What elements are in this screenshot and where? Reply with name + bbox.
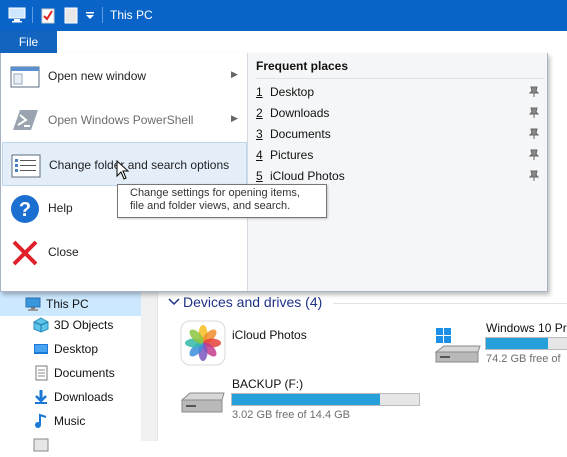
frequent-place-number: 4 (256, 148, 263, 162)
drive-usage-bar (231, 393, 420, 406)
properties-icon[interactable] (40, 7, 56, 24)
frequent-place-label: Documents (270, 127, 331, 141)
group-header[interactable]: Devices and drives (4) (183, 294, 322, 310)
navigation-pane: This PC 3D Objects Desktop Documents Dow… (0, 292, 157, 452)
frequent-place-item[interactable]: 2 Downloads (249, 103, 547, 123)
toolbar-separator (32, 7, 33, 23)
frequent-place-label: Desktop (270, 85, 315, 99)
drive-usage-fill (232, 394, 380, 405)
nav-item-label: This PC (46, 297, 89, 311)
pin-icon[interactable] (529, 86, 539, 98)
nav-item-label: Music (54, 414, 86, 428)
menu-item-label: Open new window (48, 69, 147, 83)
folder-options-icon (11, 154, 41, 178)
tab-file[interactable]: File (0, 31, 57, 53)
svg-text:?: ? (19, 199, 31, 221)
frequent-place-number: 1 (256, 85, 263, 99)
frequent-place-label: Downloads (270, 106, 330, 120)
usb-drive-icon (180, 392, 225, 413)
pin-icon[interactable] (529, 149, 539, 161)
nav-item-downloads[interactable]: Downloads (0, 385, 157, 409)
drive-tile[interactable]: iCloud Photos (180, 320, 350, 370)
computer-icon (25, 297, 41, 311)
chevron-down-icon[interactable] (85, 12, 95, 20)
documents-icon (35, 365, 48, 381)
content-pane: Devices and drives (4) iCloud Photos Win… (158, 292, 567, 441)
nav-item-desktop[interactable]: Desktop (0, 337, 157, 361)
computer-icon[interactable] (8, 7, 26, 23)
frequent-place-item[interactable]: 3 Documents (249, 124, 547, 144)
menu-item-label: Help (48, 201, 73, 215)
frequent-place-item[interactable]: 5 iCloud Photos (249, 166, 547, 186)
divider (256, 78, 544, 79)
toolbar-separator (102, 7, 103, 23)
frequent-place-number: 3 (256, 127, 263, 141)
frequent-place-number: 2 (256, 106, 263, 120)
mouse-cursor-icon (116, 160, 130, 180)
windows-drive-icon (434, 328, 481, 363)
frequent-place-number: 5 (256, 169, 263, 183)
nav-item-label: Documents (54, 366, 115, 380)
pin-icon[interactable] (529, 107, 539, 119)
nav-item-documents[interactable]: Documents (0, 361, 157, 385)
desktop-folder-icon (34, 344, 48, 354)
drive-name: Windows 10 Pro (486, 321, 567, 335)
drive-tile[interactable]: BACKUP (F:) 3.02 GB free of 14.4 GB (180, 374, 430, 424)
menu-item-close[interactable]: Close (2, 230, 247, 274)
nav-item-label: 3D Objects (54, 318, 114, 332)
drive-tile[interactable]: Windows 10 Pro 74.2 GB free of (434, 320, 567, 370)
menu-item-open-new-window[interactable]: Open new window ▶ (2, 54, 247, 98)
chevron-down-icon[interactable] (168, 296, 180, 306)
frequent-place-label: Pictures (270, 148, 314, 162)
tooltip: Change settings for opening items, file … (117, 184, 327, 218)
new-window-icon (10, 66, 40, 88)
new-folder-icon[interactable] (64, 7, 78, 24)
frequent-places-pane: Frequent places 1 Desktop 2 Downloads 3 … (249, 53, 547, 291)
frequent-place-item[interactable]: 4 Pictures (249, 145, 547, 165)
nav-item-3d-objects[interactable]: 3D Objects (0, 313, 157, 337)
navigation-scrollbar[interactable] (141, 292, 157, 441)
frequent-place-label: iCloud Photos (270, 169, 345, 183)
nav-item-music[interactable]: Music (0, 409, 157, 433)
music-icon (35, 413, 47, 428)
help-icon: ? (11, 195, 39, 223)
group-divider (333, 303, 567, 304)
drive-free-space: 3.02 GB free of 14.4 GB (232, 409, 351, 421)
drive-free-space: 74.2 GB free of (486, 353, 561, 365)
close-icon (12, 240, 38, 266)
frequent-places-header: Frequent places (256, 59, 349, 73)
pin-icon[interactable] (529, 170, 539, 182)
menu-item-label: Open Windows PowerShell (48, 113, 194, 127)
nav-item-label: Downloads (54, 390, 114, 404)
icloud-photos-icon (180, 320, 226, 366)
drive-usage-bar (485, 337, 567, 350)
submenu-arrow-icon: ▶ (231, 69, 238, 79)
menu-item-open-powershell[interactable]: Open Windows PowerShell ▶ (2, 98, 247, 142)
file-menu: Open new window ▶ Open Windows PowerShel… (0, 53, 548, 292)
nav-item-partial (0, 433, 157, 457)
pictures-icon (33, 438, 49, 452)
drive-name: BACKUP (F:) (232, 377, 304, 391)
3d-objects-icon (33, 317, 49, 333)
menu-item-label: Close (48, 245, 79, 259)
menu-item-label: Change folder and search options (49, 158, 230, 172)
drive-usage-fill (486, 338, 548, 349)
title-bar: This PC (0, 0, 567, 31)
submenu-arrow-icon: ▶ (231, 113, 238, 123)
pin-icon[interactable] (529, 128, 539, 140)
window-title: This PC (110, 8, 153, 22)
downloads-icon (35, 390, 47, 404)
frequent-place-item[interactable]: 1 Desktop (249, 82, 547, 102)
nav-item-label: Desktop (54, 342, 99, 356)
powershell-icon (13, 110, 38, 130)
drive-name: iCloud Photos (232, 328, 307, 342)
ribbon-tab-strip (57, 31, 567, 53)
